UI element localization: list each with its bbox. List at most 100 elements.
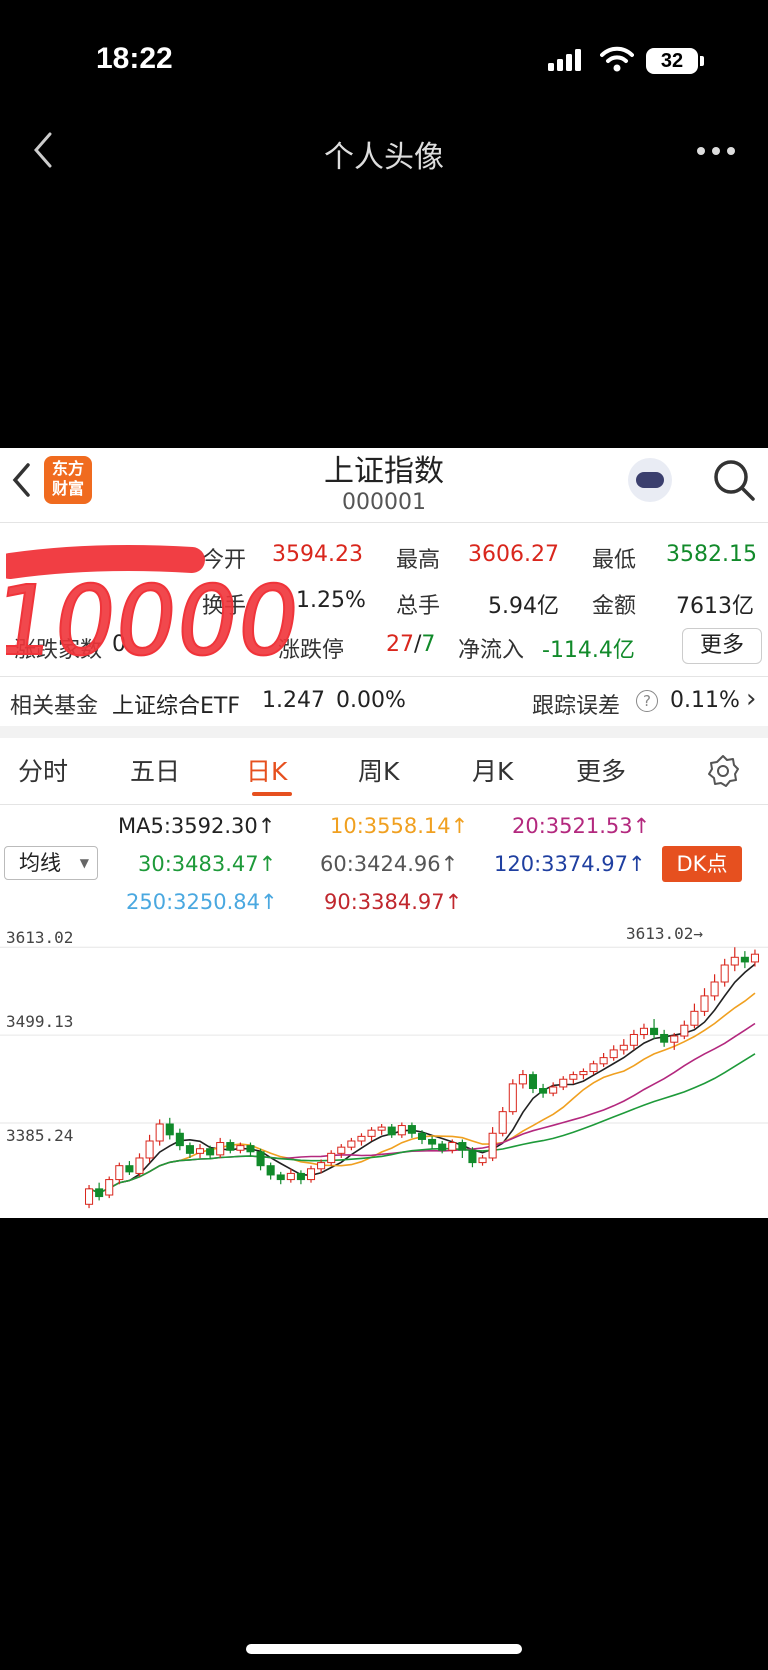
- candle: [579, 1071, 588, 1076]
- kline-chart: 3613.02 3499.13 3385.24 3613.02→: [0, 920, 768, 1218]
- ma-5: MA5:3592.30↑: [118, 814, 276, 838]
- low-value: 3582.15: [666, 542, 757, 567]
- candle: [135, 1157, 144, 1174]
- inflow-label: 净流入: [458, 638, 525, 663]
- candle: [518, 1074, 527, 1085]
- scribble-text: 10000: [6, 564, 307, 668]
- candle: [498, 1111, 507, 1134]
- candle: [327, 1152, 336, 1164]
- candle: [125, 1165, 134, 1173]
- amount-value: 7613亿: [676, 594, 754, 619]
- candle: [337, 1146, 346, 1154]
- tab-five-day: 五日: [130, 757, 181, 786]
- divider: [0, 804, 768, 805]
- candle: [216, 1142, 225, 1156]
- candle: [387, 1126, 396, 1136]
- candle: [296, 1172, 305, 1181]
- candle: [650, 1027, 659, 1035]
- chevron-right-icon: ›: [746, 684, 757, 714]
- dk-point-button: DK点: [662, 846, 742, 882]
- fund-name: 上证综合ETF: [112, 694, 240, 719]
- candle: [357, 1135, 366, 1142]
- candle: [629, 1033, 638, 1046]
- limit-up: 27: [386, 632, 414, 657]
- candle: [619, 1044, 628, 1051]
- candle: [720, 964, 729, 983]
- app-header: 东方 财富 上证指数 000001: [0, 448, 768, 520]
- candle: [448, 1142, 457, 1151]
- candle: [246, 1145, 255, 1153]
- section-gap: [0, 726, 768, 738]
- ma-select: 均线 ▼: [4, 846, 98, 880]
- candle: [458, 1142, 467, 1151]
- divider: [0, 676, 768, 677]
- candle: [690, 1010, 699, 1026]
- candle: [85, 1188, 94, 1205]
- amount-label: 金额: [592, 594, 637, 619]
- volume-label: 总手: [396, 594, 441, 619]
- candle: [407, 1125, 416, 1134]
- candle: [730, 956, 739, 966]
- candle: [105, 1179, 114, 1196]
- active-tab-indicator: [252, 792, 292, 796]
- tab-more: 更多: [576, 757, 627, 786]
- ma-60: 60:3424.96↑: [320, 852, 459, 876]
- candle: [195, 1148, 205, 1154]
- kline-chart-svg: [0, 920, 768, 1218]
- candle: [488, 1132, 497, 1159]
- candle: [206, 1148, 215, 1156]
- candle: [508, 1083, 517, 1113]
- tab-weekly-k: 周K: [358, 757, 400, 786]
- help-icon: ?: [636, 688, 658, 713]
- more-icon[interactable]: [696, 146, 736, 156]
- screenshot-image: 东方 财富 上证指数 000001 今开 3594.23 最高 3606.27 …: [0, 448, 768, 1218]
- candle: [559, 1078, 568, 1088]
- y-label-low: 3385.24: [6, 1126, 74, 1145]
- volume-value: 5.94亿: [488, 594, 559, 619]
- ma-10: 10:3558.14↑: [330, 814, 469, 838]
- nav-bar: 个人头像: [0, 120, 768, 180]
- battery-tip: [700, 56, 704, 66]
- candle: [347, 1140, 356, 1148]
- candle: [175, 1132, 184, 1147]
- candle: [599, 1057, 608, 1065]
- candle: [589, 1063, 598, 1073]
- status-bar: 18:22 32: [0, 0, 768, 120]
- candle: [377, 1126, 386, 1131]
- candle: [317, 1162, 326, 1170]
- tracking-value: 0.11%: [670, 688, 740, 713]
- candle: [710, 981, 719, 997]
- nav-title: 个人头像: [324, 140, 444, 175]
- wifi-icon: [600, 46, 634, 72]
- handwritten-scribble: 10000: [6, 545, 308, 668]
- candle: [115, 1165, 124, 1181]
- ma-select-label: 均线: [19, 851, 61, 875]
- candle: [185, 1145, 194, 1154]
- candle: [256, 1151, 265, 1167]
- candle: [226, 1142, 235, 1151]
- candle: [397, 1125, 406, 1136]
- ma-30: 30:3483.47↑: [138, 852, 277, 876]
- fund-price: 1.247: [262, 688, 325, 713]
- related-fund-row: 相关基金 上证综合ETF 1.247 0.00% 跟踪误差 ? 0.11% ›: [0, 680, 768, 724]
- candle: [276, 1174, 285, 1181]
- candle: [680, 1024, 689, 1037]
- tab-intraday: 分时: [18, 757, 69, 786]
- ma-20: 20:3521.53↑: [512, 814, 651, 838]
- candle: [438, 1143, 447, 1151]
- inflow-value: -114.4亿: [542, 638, 635, 663]
- candle: [468, 1149, 477, 1164]
- y-label-top: 3613.02: [6, 928, 74, 947]
- candle: [740, 956, 749, 963]
- candle: [569, 1074, 578, 1080]
- candle: [539, 1088, 548, 1094]
- candle: [155, 1123, 164, 1142]
- candle: [286, 1172, 295, 1181]
- fund-label: 相关基金: [10, 694, 99, 719]
- candle: [670, 1035, 679, 1043]
- candle: [367, 1129, 376, 1137]
- candle: [266, 1165, 275, 1176]
- tab-daily-k: 日K: [246, 757, 288, 786]
- low-label: 最低: [592, 548, 637, 573]
- ma-120: 120:3374.97↑: [494, 852, 646, 876]
